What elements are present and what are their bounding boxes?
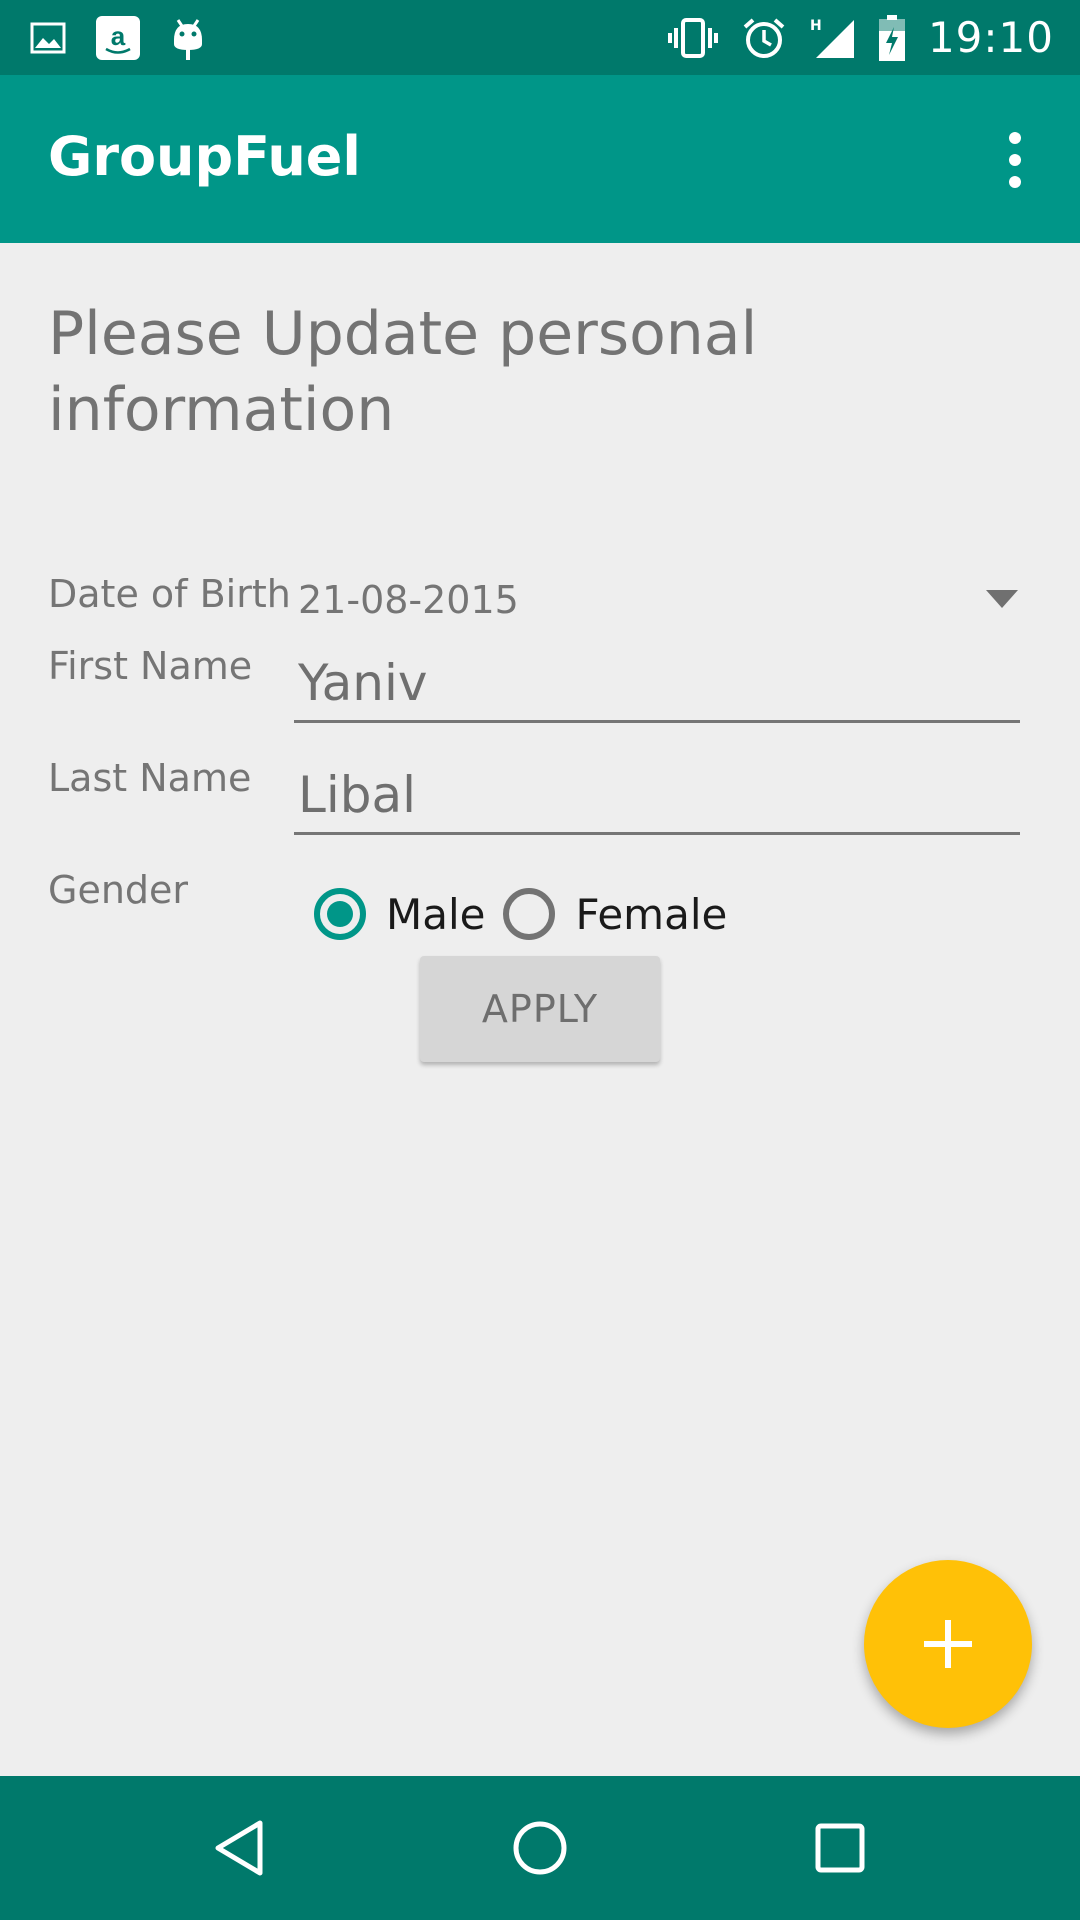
home-icon[interactable] bbox=[495, 1803, 585, 1893]
back-icon[interactable] bbox=[195, 1803, 285, 1893]
vibrate-icon bbox=[666, 17, 720, 58]
radio-checked-icon[interactable] bbox=[314, 888, 366, 940]
gender-option-label: Female bbox=[575, 889, 728, 939]
apply-button[interactable]: APPLY bbox=[420, 956, 660, 1062]
gender-option-male[interactable]: Male bbox=[314, 888, 485, 940]
plus-icon bbox=[924, 1620, 972, 1668]
first-name-input[interactable] bbox=[294, 645, 1020, 723]
alarm-icon bbox=[742, 16, 786, 60]
last-name-label: Last Name bbox=[48, 756, 252, 800]
status-bar: a H 19:10 bbox=[0, 0, 1080, 75]
status-system: H 19:10 bbox=[666, 0, 1054, 75]
gender-label: Gender bbox=[48, 868, 189, 912]
nav-bar bbox=[0, 1776, 1080, 1920]
gallery-icon bbox=[30, 22, 66, 54]
last-name-input[interactable] bbox=[294, 757, 1020, 835]
radio-unchecked-icon[interactable] bbox=[503, 888, 556, 940]
amazon-icon: a bbox=[96, 15, 140, 60]
network-type-label: H bbox=[810, 18, 822, 34]
first-name-label: First Name bbox=[48, 644, 253, 688]
status-time: 19:10 bbox=[927, 13, 1054, 62]
svg-text:a: a bbox=[111, 21, 126, 51]
battery-charging-icon bbox=[878, 14, 906, 61]
dob-label: Date of Birth bbox=[48, 572, 291, 616]
recents-icon[interactable] bbox=[795, 1803, 885, 1893]
add-fab-button[interactable] bbox=[864, 1560, 1032, 1728]
status-notifications: a bbox=[30, 0, 206, 75]
page-heading: Please Update personal information bbox=[48, 299, 758, 445]
gender-option-label: Male bbox=[386, 889, 486, 939]
signal-h-icon: H bbox=[808, 16, 856, 60]
screen: a H 19:10 GroupFuel Please Update person… bbox=[0, 0, 1080, 1920]
app-bar: GroupFuel bbox=[0, 75, 1080, 243]
app-title: GroupFuel bbox=[48, 125, 361, 188]
gender-radio-group: Male Female bbox=[314, 882, 745, 946]
android-debug-icon bbox=[170, 16, 206, 60]
overflow-menu-icon[interactable] bbox=[980, 125, 1050, 195]
gender-option-female[interactable]: Female bbox=[503, 888, 727, 940]
dropdown-arrow-icon bbox=[986, 590, 1018, 608]
dob-value: 21-08-2015 bbox=[298, 578, 519, 622]
